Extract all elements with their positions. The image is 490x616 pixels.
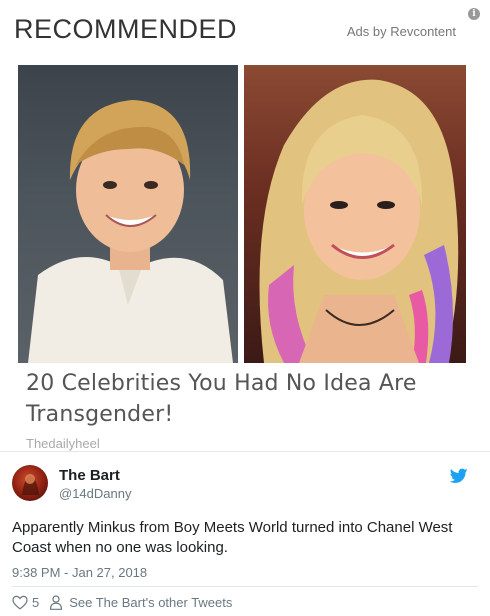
like-button[interactable]: 5 xyxy=(12,595,39,610)
person-icon xyxy=(50,594,63,610)
tweet-author-handle[interactable]: @14dDanny xyxy=(59,486,131,501)
tweet-text: Apparently Minkus from Boy Meets World t… xyxy=(12,519,453,556)
recommended-ad-widget: RECOMMENDED Ads by Revcontent i 20 Celeb… xyxy=(0,0,490,452)
ad-widget-title: RECOMMENDED xyxy=(14,14,238,44)
ad-thumbnail[interactable] xyxy=(18,65,466,363)
ad-source-label: Thedailyheel xyxy=(26,436,100,451)
ad-photo-boy xyxy=(18,65,238,363)
info-icon[interactable]: i xyxy=(468,8,480,20)
twitter-bird-icon[interactable] xyxy=(449,468,468,484)
tweet-timestamp-link[interactable]: 9:38 PM - Jan 27, 2018 xyxy=(12,565,147,580)
ad-photo-woman xyxy=(244,65,466,363)
divider xyxy=(12,586,478,587)
tweet-actions: 5 See The Bart's other Tweets xyxy=(12,592,232,612)
heart-icon xyxy=(12,595,28,610)
like-count: 5 xyxy=(32,594,40,610)
ads-by-revcontent-link[interactable]: Ads by Revcontent xyxy=(347,24,456,39)
other-tweets-link[interactable]: See The Bart's other Tweets xyxy=(49,595,232,610)
embedded-tweet: The Bart @14dDanny Apparently Minkus fro… xyxy=(0,452,490,616)
tweet-author-name[interactable]: The Bart xyxy=(59,467,120,484)
avatar[interactable] xyxy=(12,465,48,501)
ad-headline-link[interactable]: 20 Celebrities You Had No Idea Are Trans… xyxy=(26,368,466,430)
other-tweets-label: See The Bart's other Tweets xyxy=(69,594,233,610)
